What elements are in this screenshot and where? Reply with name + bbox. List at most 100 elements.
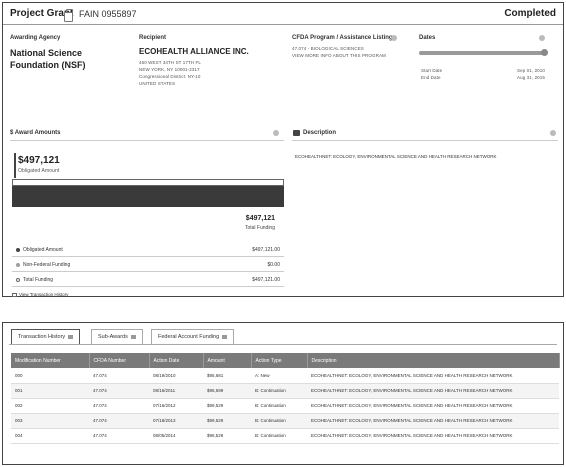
- table-cell: $96,528: [203, 428, 251, 444]
- non-federal-dot-icon: [16, 263, 20, 267]
- table-row: 002 47.074 07/16/2012 $99,529 B: Continu…: [11, 398, 559, 414]
- obligated-amount-label: Obligated Amount: [18, 168, 60, 174]
- section-divider: [292, 140, 558, 141]
- view-transaction-history-link[interactable]: View Transaction History: [12, 292, 68, 297]
- transactions-panel: Transaction History Sub-Awards Federal A…: [2, 322, 564, 465]
- table-cell: 47.074: [89, 413, 149, 429]
- award-amounts-heading: $ Award Amounts: [10, 130, 61, 136]
- tab-federal-account-funding[interactable]: Federal Account Funding: [151, 329, 235, 344]
- table-row: 000 47.074 08/19/2010 $95,681 A: New ECO…: [11, 368, 559, 384]
- end-date-label: End Date: [421, 75, 441, 80]
- table-cell: A: New: [251, 368, 307, 384]
- table-cell: 003: [11, 413, 89, 429]
- tab-underline: [9, 344, 557, 345]
- section-divider: [10, 140, 284, 141]
- dates-label: Dates: [419, 35, 436, 41]
- obligated-funding-bar: [12, 186, 284, 207]
- speech-bubble-icon: [293, 130, 300, 136]
- recipient-address-line: UNITED STATES: [139, 81, 176, 86]
- amount-row-value: $497,121.00: [252, 247, 280, 253]
- recipient-label: Recipient: [139, 35, 167, 41]
- table-cell: $95,599: [203, 383, 251, 399]
- amount-row-value: $0.00: [267, 262, 280, 268]
- awarding-agency-label: Awarding Agency: [10, 35, 61, 41]
- table-cell: B: Continuation: [251, 383, 307, 399]
- table-cell: ECOHEALTHNET: ECOLOGY, ENVIRONMENTAL SCI…: [307, 398, 559, 414]
- table-icon: [130, 335, 136, 339]
- column-header[interactable]: Modification Number: [11, 353, 90, 368]
- table-icon: [68, 335, 74, 339]
- column-header[interactable]: Description: [307, 353, 560, 368]
- amount-row: Total Funding $497,121.00: [12, 274, 284, 287]
- table-cell: ECOHEALTHNET: ECOLOGY, ENVIRONMENTAL SCI…: [307, 383, 559, 399]
- table-row: 004 47.074 08/05/2014 $96,528 B: Continu…: [11, 428, 559, 444]
- award-header: Project Grant FAIN 0955897 Completed: [3, 3, 563, 25]
- tab-label: Sub-Awards: [98, 334, 128, 340]
- fain-label: FAIN 0955897: [79, 9, 137, 19]
- table-cell: 07/16/2012: [149, 398, 203, 414]
- amount-row-label: Total Funding: [23, 277, 54, 283]
- total-funding-label: Total Funding: [244, 225, 275, 231]
- info-icon[interactable]: [539, 35, 545, 41]
- tab-sub-awards[interactable]: Sub-Awards: [91, 329, 143, 344]
- transactions-table: Modification Number CFDA Number Action D…: [11, 353, 560, 444]
- end-date-value: Aug 31, 2015: [517, 75, 545, 80]
- table-icon: [222, 335, 228, 339]
- table-cell: 08/16/2011: [149, 383, 203, 399]
- cfda-more-info-link[interactable]: VIEW MORE INFO ABOUT THIS PROGRAM: [292, 52, 386, 59]
- table-cell: 000: [11, 368, 89, 384]
- table-cell: ECOHEALTHNET: ECOLOGY, ENVIRONMENTAL SCI…: [307, 368, 559, 384]
- recipient-address-line: NEW YORK, NY 10001-2317: [139, 67, 200, 72]
- description-text: ECOHEALTHNET: ECOLOGY, ENVIRONMENTAL SCI…: [295, 154, 497, 159]
- table-cell: 47.074: [89, 428, 149, 444]
- table-cell: 08/19/2010: [149, 368, 203, 384]
- info-icon[interactable]: [550, 130, 556, 136]
- cfda-label: CFDA Program / Assistance Listing: [292, 35, 393, 41]
- obligated-amount-value: $497,121: [18, 155, 60, 166]
- tab-label: Transaction History: [18, 334, 66, 340]
- column-header[interactable]: Amount: [203, 353, 252, 368]
- date-progress-bar: [419, 49, 548, 56]
- table-cell: B: Continuation: [251, 413, 307, 429]
- tab-transaction-history[interactable]: Transaction History: [11, 329, 81, 344]
- table-cell: 002: [11, 398, 89, 414]
- table-cell: ECOHEALTHNET: ECOLOGY, ENVIRONMENTAL SCI…: [307, 428, 559, 444]
- history-link-text: View Transaction History: [19, 292, 69, 297]
- recipient-address-line: 460 WEST 34TH ST 17TH FL: [139, 60, 202, 65]
- description-heading: Description: [303, 130, 337, 136]
- copy-icon[interactable]: [64, 9, 73, 22]
- table-cell: 08/05/2014: [149, 428, 203, 444]
- total-dot-icon: [16, 278, 20, 282]
- recipient-name[interactable]: ECOHEALTH ALLIANCE INC.: [139, 47, 249, 56]
- info-icon[interactable]: [391, 35, 397, 41]
- total-funding-value: $497,121: [245, 215, 275, 222]
- funding-bar-outline: [12, 179, 284, 186]
- table-row: 001 47.074 08/16/2011 $95,599 B: Continu…: [11, 383, 559, 399]
- cfda-program[interactable]: 47.074 - BIOLOGICAL SCIENCES: [292, 45, 364, 52]
- tab-label: Federal Account Funding: [158, 334, 220, 340]
- table-cell: 004: [11, 428, 89, 444]
- obligated-dot-icon: [16, 248, 20, 252]
- award-summary-panel: Project Grant FAIN 0955897 Completed Awa…: [2, 2, 564, 297]
- table-cell: $99,529: [203, 398, 251, 414]
- column-header[interactable]: Action Date: [149, 353, 204, 368]
- table-cell: B: Continuation: [251, 398, 307, 414]
- amount-row-value: $497,121.00: [252, 277, 280, 283]
- info-icon[interactable]: [273, 130, 279, 136]
- table-cell: 47.074: [89, 398, 149, 414]
- table-header-row: Modification Number CFDA Number Action D…: [11, 353, 560, 368]
- obligated-marker: [14, 153, 16, 178]
- amount-row: Non-Federal Funding $0.00: [12, 259, 284, 272]
- table-cell: 47.074: [89, 383, 149, 399]
- awarding-agency-name[interactable]: National Science Foundation (NSF): [10, 47, 130, 71]
- table-cell: 47.074: [89, 368, 149, 384]
- amount-row-label: Obligated Amount: [23, 247, 63, 253]
- amount-row: Obligated Amount $497,121.00: [12, 244, 284, 257]
- column-header[interactable]: Action Type: [251, 353, 308, 368]
- column-header[interactable]: CFDA Number: [89, 353, 150, 368]
- table-cell: $95,681: [203, 368, 251, 384]
- table-cell: 001: [11, 383, 89, 399]
- table-cell: $99,529: [203, 413, 251, 429]
- table-cell: ECOHEALTHNET: ECOLOGY, ENVIRONMENTAL SCI…: [307, 413, 559, 429]
- table-row: 003 47.074 07/18/2013 $99,529 B: Continu…: [11, 413, 559, 429]
